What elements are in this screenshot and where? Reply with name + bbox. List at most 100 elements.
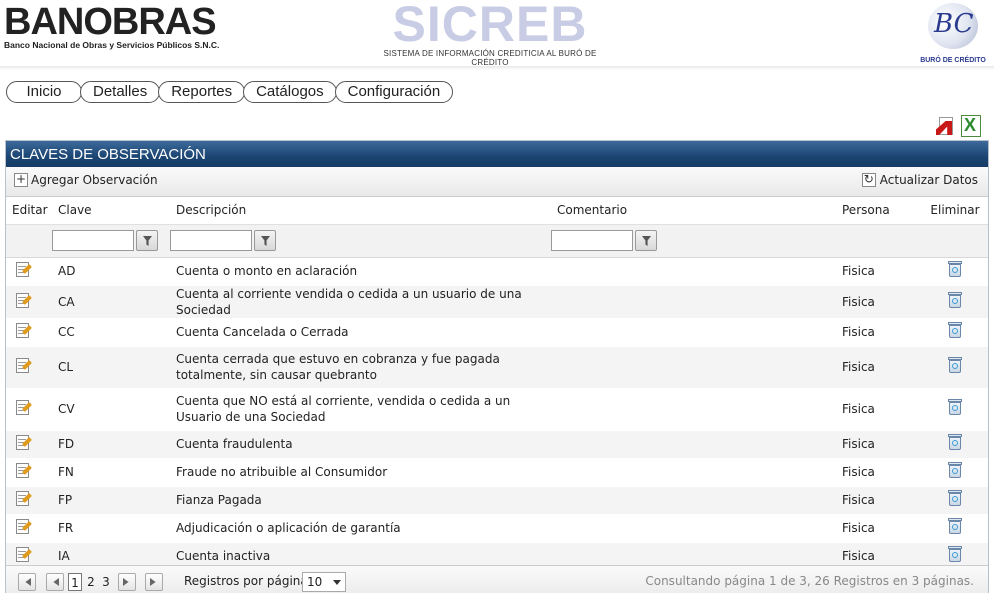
descripcion-cell: Cuenta fraudulenta <box>170 430 551 459</box>
delete-icon[interactable] <box>948 518 962 535</box>
sicreb-subtitle: SISTEMA DE INFORMACIÓN CREDITICIA AL BUR… <box>383 49 597 67</box>
column-header-descripcion[interactable]: Descripción <box>170 197 551 225</box>
edit-icon[interactable] <box>15 292 32 309</box>
clave-cell: FP <box>52 486 170 515</box>
delete-icon[interactable] <box>948 546 962 563</box>
comentario-cell <box>551 257 836 286</box>
descripcion-filter-button[interactable] <box>254 230 276 251</box>
table-row: AD Cuenta o monto en aclaración Fisica <box>6 257 988 286</box>
delete-icon[interactable] <box>948 357 962 374</box>
edit-icon[interactable] <box>15 399 32 416</box>
delete-icon[interactable] <box>948 490 962 507</box>
edit-icon[interactable] <box>15 322 32 339</box>
first-page-button[interactable] <box>18 573 36 591</box>
table-row: CA Cuenta al corriente vendida o cedida a… <box>6 285 988 319</box>
delete-cell <box>920 388 988 431</box>
clave-cell: CC <box>52 318 170 347</box>
app-header: BANOBRAS Banco Nacional de Obras y Servi… <box>0 0 994 72</box>
export-toolbar: X <box>936 115 981 137</box>
descripcion-cell: Fianza Pagada <box>170 486 551 515</box>
refresh-data-label: Actualizar Datos <box>879 173 978 187</box>
grid-title: CLAVES DE OBSERVACIÓN <box>6 141 988 167</box>
descripcion-filter-input[interactable] <box>170 230 252 251</box>
buro-subtitle: BURÓ DE CRÉDITO <box>920 57 986 64</box>
edit-icon[interactable] <box>15 490 32 507</box>
refresh-icon: ↻ <box>861 172 876 187</box>
edit-cell <box>6 430 52 459</box>
edit-icon[interactable] <box>15 546 32 563</box>
prev-page-button[interactable] <box>46 573 64 591</box>
banobras-logo-text: BANOBRAS <box>4 1 217 43</box>
edit-cell <box>6 257 52 286</box>
descripcion-cell: Fraude no atribuible al Consumidor <box>170 458 551 487</box>
page-number-1[interactable]: 1 <box>68 573 82 591</box>
column-header-clave[interactable]: Clave <box>52 197 170 225</box>
clave-cell: AD <box>52 257 170 286</box>
delete-icon[interactable] <box>948 261 962 278</box>
delete-cell <box>920 285 988 319</box>
page-number-3[interactable]: 3 <box>101 573 111 591</box>
column-header-editar: Editar <box>6 197 52 225</box>
delete-icon[interactable] <box>948 291 962 309</box>
column-header-persona[interactable]: Persona <box>836 197 920 225</box>
delete-icon[interactable] <box>948 399 962 416</box>
clave-cell: FN <box>52 458 170 487</box>
descripcion-cell: Adjudicación o aplicación de garantía <box>170 514 551 543</box>
header-divider <box>0 66 994 70</box>
descripcion-cell: Cuenta que NO está al corriente, vendida… <box>170 388 551 431</box>
last-page-button[interactable] <box>145 573 163 591</box>
prev-page-icon <box>53 578 59 586</box>
grid-body: AD Cuenta o monto en aclaración Fisica CA Cu… <box>6 257 988 571</box>
edit-cell <box>6 514 52 543</box>
banobras-logo: BANOBRAS Banco Nacional de Obras y Servi… <box>4 2 219 50</box>
clave-filter-button[interactable] <box>136 230 158 251</box>
delete-cell <box>920 257 988 286</box>
edit-icon[interactable] <box>15 462 32 479</box>
add-observation-button[interactable]: + Agregar Observación <box>14 173 158 187</box>
filter-row <box>6 224 988 258</box>
comentario-filter-button[interactable] <box>635 230 657 251</box>
persona-cell: Fisica <box>836 318 920 347</box>
delete-cell <box>920 346 988 389</box>
nav-item-catalogos[interactable]: Catálogos <box>243 81 337 103</box>
pdf-export-icon[interactable] <box>936 115 956 137</box>
clave-cell: FR <box>52 514 170 543</box>
persona-cell: Fisica <box>836 388 920 431</box>
edit-cell <box>6 346 52 389</box>
clave-cell: CA <box>52 285 170 319</box>
delete-icon[interactable] <box>948 434 962 451</box>
clave-filter-input[interactable] <box>52 230 134 251</box>
page-number-2[interactable]: 2 <box>86 573 96 591</box>
nav-item-inicio[interactable]: Inicio <box>6 81 82 103</box>
clave-cell: CV <box>52 388 170 431</box>
column-header-eliminar: Eliminar <box>920 197 988 225</box>
delete-icon[interactable] <box>948 322 962 339</box>
comentario-cell <box>551 388 836 431</box>
delete-cell <box>920 318 988 347</box>
plus-icon: + <box>14 172 28 187</box>
delete-cell <box>920 430 988 459</box>
descripcion-filter <box>170 230 276 251</box>
nav-item-configuracion[interactable]: Configuración <box>334 81 454 103</box>
edit-icon[interactable] <box>15 261 32 278</box>
nav-item-reportes[interactable]: Reportes <box>158 81 246 103</box>
edit-icon[interactable] <box>15 518 32 535</box>
table-row: CV Cuenta que NO está al corriente, vendi… <box>6 388 988 431</box>
edit-cell <box>6 285 52 319</box>
nav-item-detalles[interactable]: Detalles <box>80 81 161 103</box>
persona-cell: Fisica <box>836 346 920 389</box>
edit-icon[interactable] <box>15 357 32 374</box>
edit-icon[interactable] <box>15 434 32 451</box>
excel-export-icon[interactable]: X <box>961 115 981 137</box>
next-page-button[interactable] <box>118 573 136 591</box>
delete-icon[interactable] <box>948 462 962 479</box>
observation-codes-grid: CLAVES DE OBSERVACIÓN + Agregar Observac… <box>5 140 989 593</box>
chevron-down-icon <box>333 580 341 585</box>
clave-filter <box>52 230 158 251</box>
column-header-comentario[interactable]: Comentario <box>551 197 836 225</box>
refresh-data-button[interactable]: ↻ Actualizar Datos <box>861 172 978 187</box>
comentario-filter <box>551 230 657 251</box>
persona-cell: Fisica <box>836 285 920 319</box>
comentario-filter-input[interactable] <box>551 230 633 251</box>
per-page-select[interactable]: 10 <box>302 572 346 592</box>
